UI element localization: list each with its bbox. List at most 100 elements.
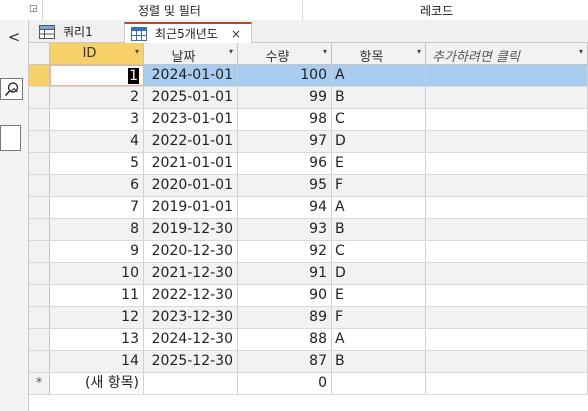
- new-record-marker[interactable]: *: [29, 373, 50, 395]
- cell-quantity[interactable]: 97: [238, 131, 332, 152]
- cell-item[interactable]: F: [332, 175, 426, 196]
- cell-quantity[interactable]: 90: [238, 285, 332, 306]
- cell-quantity[interactable]: 95: [238, 175, 332, 196]
- cell-id[interactable]: 1: [50, 65, 144, 86]
- cell-quantity[interactable]: 87: [238, 351, 332, 372]
- cell-date[interactable]: 2023-12-30: [144, 307, 238, 328]
- record-selector[interactable]: [29, 197, 50, 219]
- cell-id[interactable]: 2: [50, 87, 144, 108]
- cell-date[interactable]: 2025-01-01: [144, 87, 238, 108]
- cell-date[interactable]: 2020-12-30: [144, 241, 238, 262]
- cell-date[interactable]: 2022-01-01: [144, 131, 238, 152]
- record-selector[interactable]: [29, 263, 50, 285]
- cell-date[interactable]: 2022-12-30: [144, 285, 238, 306]
- cell-quantity[interactable]: 91: [238, 263, 332, 284]
- table-row[interactable]: 11 2022-12-30 90 E: [50, 285, 588, 307]
- tab-query1[interactable]: 쿼리1: [33, 22, 123, 42]
- cell-click-to-add[interactable]: [426, 241, 588, 262]
- cell-item[interactable]: F: [332, 307, 426, 328]
- cell-id[interactable]: 13: [50, 329, 144, 350]
- cell-item[interactable]: A: [332, 329, 426, 350]
- cell-quantity[interactable]: 98: [238, 109, 332, 130]
- cell-date[interactable]: 2019-12-30: [144, 219, 238, 240]
- new-record-row[interactable]: (새 항목) 0: [50, 373, 588, 395]
- cell-id[interactable]: 6: [50, 175, 144, 196]
- column-header-date[interactable]: 날짜 ▾: [144, 43, 238, 65]
- cell-item[interactable]: A: [332, 197, 426, 218]
- cell-click-to-add[interactable]: [426, 65, 588, 86]
- table-row[interactable]: 10 2021-12-30 91 D: [50, 263, 588, 285]
- dropdown-arrow-icon[interactable]: ▾: [135, 47, 139, 56]
- column-header-click-to-add[interactable]: 추가하려면 클릭 ▾: [426, 43, 588, 65]
- record-selector[interactable]: [29, 285, 50, 307]
- cell-quantity[interactable]: 100: [238, 65, 332, 86]
- cell-click-to-add[interactable]: [426, 87, 588, 108]
- dropdown-arrow-icon[interactable]: ▾: [579, 47, 583, 56]
- cell-quantity[interactable]: 93: [238, 219, 332, 240]
- table-row[interactable]: 6 2020-01-01 95 F: [50, 175, 588, 197]
- cell-item[interactable]: C: [332, 241, 426, 262]
- column-header-item[interactable]: 항목 ▾: [332, 43, 426, 65]
- record-selector[interactable]: [29, 65, 50, 87]
- cell-quantity-new[interactable]: 0: [238, 373, 332, 394]
- record-selector[interactable]: [29, 351, 50, 373]
- cell-id[interactable]: 14: [50, 351, 144, 372]
- dialog-launcher-icon[interactable]: ◲: [29, 4, 39, 14]
- cell-quantity[interactable]: 88: [238, 329, 332, 350]
- select-all-corner[interactable]: [29, 43, 50, 65]
- tab-recent-5-years[interactable]: 최근5개년도 ×: [124, 22, 252, 43]
- cell-date[interactable]: 2019-01-01: [144, 197, 238, 218]
- record-selector[interactable]: [29, 153, 50, 175]
- nav-expand-button[interactable]: ^: [0, 84, 28, 106]
- cell-date[interactable]: 2021-12-30: [144, 263, 238, 284]
- table-row[interactable]: 7 2019-01-01 94 A: [50, 197, 588, 219]
- cell-item[interactable]: B: [332, 87, 426, 108]
- cell-click-to-add[interactable]: [426, 263, 588, 284]
- cell-click-to-add[interactable]: [426, 329, 588, 350]
- cell-item[interactable]: B: [332, 219, 426, 240]
- table-row[interactable]: 9 2020-12-30 92 C: [50, 241, 588, 263]
- record-selector[interactable]: [29, 109, 50, 131]
- dropdown-arrow-icon[interactable]: ▾: [229, 47, 233, 56]
- cell-item[interactable]: D: [332, 263, 426, 284]
- table-row[interactable]: 5 2021-01-01 96 E: [50, 153, 588, 175]
- cell-click-to-add[interactable]: [426, 219, 588, 240]
- cell-id[interactable]: 12: [50, 307, 144, 328]
- cell-click-to-add[interactable]: [426, 285, 588, 306]
- cell-click-to-add[interactable]: [426, 131, 588, 152]
- cell-item[interactable]: A: [332, 65, 426, 86]
- cell-date[interactable]: 2021-01-01: [144, 153, 238, 174]
- cell-item[interactable]: D: [332, 131, 426, 152]
- table-row[interactable]: 3 2023-01-01 98 C: [50, 109, 588, 131]
- cell-id[interactable]: 8: [50, 219, 144, 240]
- cell-id-new[interactable]: (새 항목): [50, 373, 144, 394]
- cell-quantity[interactable]: 99: [238, 87, 332, 108]
- cell-item[interactable]: B: [332, 351, 426, 372]
- cell-date[interactable]: 2024-12-30: [144, 329, 238, 350]
- table-row[interactable]: 4 2022-01-01 97 D: [50, 131, 588, 153]
- table-row[interactable]: 13 2024-12-30 88 A: [50, 329, 588, 351]
- nav-collapse-button[interactable]: <: [0, 26, 28, 48]
- table-row[interactable]: 2 2025-01-01 99 B: [50, 87, 588, 109]
- cell-quantity[interactable]: 92: [238, 241, 332, 262]
- record-selector[interactable]: [29, 87, 50, 109]
- table-row[interactable]: 12 2023-12-30 89 F: [50, 307, 588, 329]
- cell-click-to-add[interactable]: [426, 109, 588, 130]
- cell-click-to-add[interactable]: [426, 153, 588, 174]
- cell-item[interactable]: E: [332, 285, 426, 306]
- cell-date[interactable]: 2024-01-01: [144, 65, 238, 86]
- record-selector[interactable]: [29, 131, 50, 153]
- column-header-id[interactable]: ID ▾: [50, 43, 144, 65]
- cell-click-to-add[interactable]: [426, 175, 588, 196]
- record-selector[interactable]: [29, 241, 50, 263]
- column-header-quantity[interactable]: 수량 ▾: [238, 43, 332, 65]
- cell-item-new[interactable]: [332, 373, 426, 394]
- nav-object-list[interactable]: [0, 125, 21, 151]
- cell-id[interactable]: 5: [50, 153, 144, 174]
- cell-id[interactable]: 3: [50, 109, 144, 130]
- cell-id[interactable]: 9: [50, 241, 144, 262]
- table-row[interactable]: 14 2025-12-30 87 B: [50, 351, 588, 373]
- record-selector[interactable]: [29, 175, 50, 197]
- cell-date[interactable]: 2025-12-30: [144, 351, 238, 372]
- cell-id[interactable]: 4: [50, 131, 144, 152]
